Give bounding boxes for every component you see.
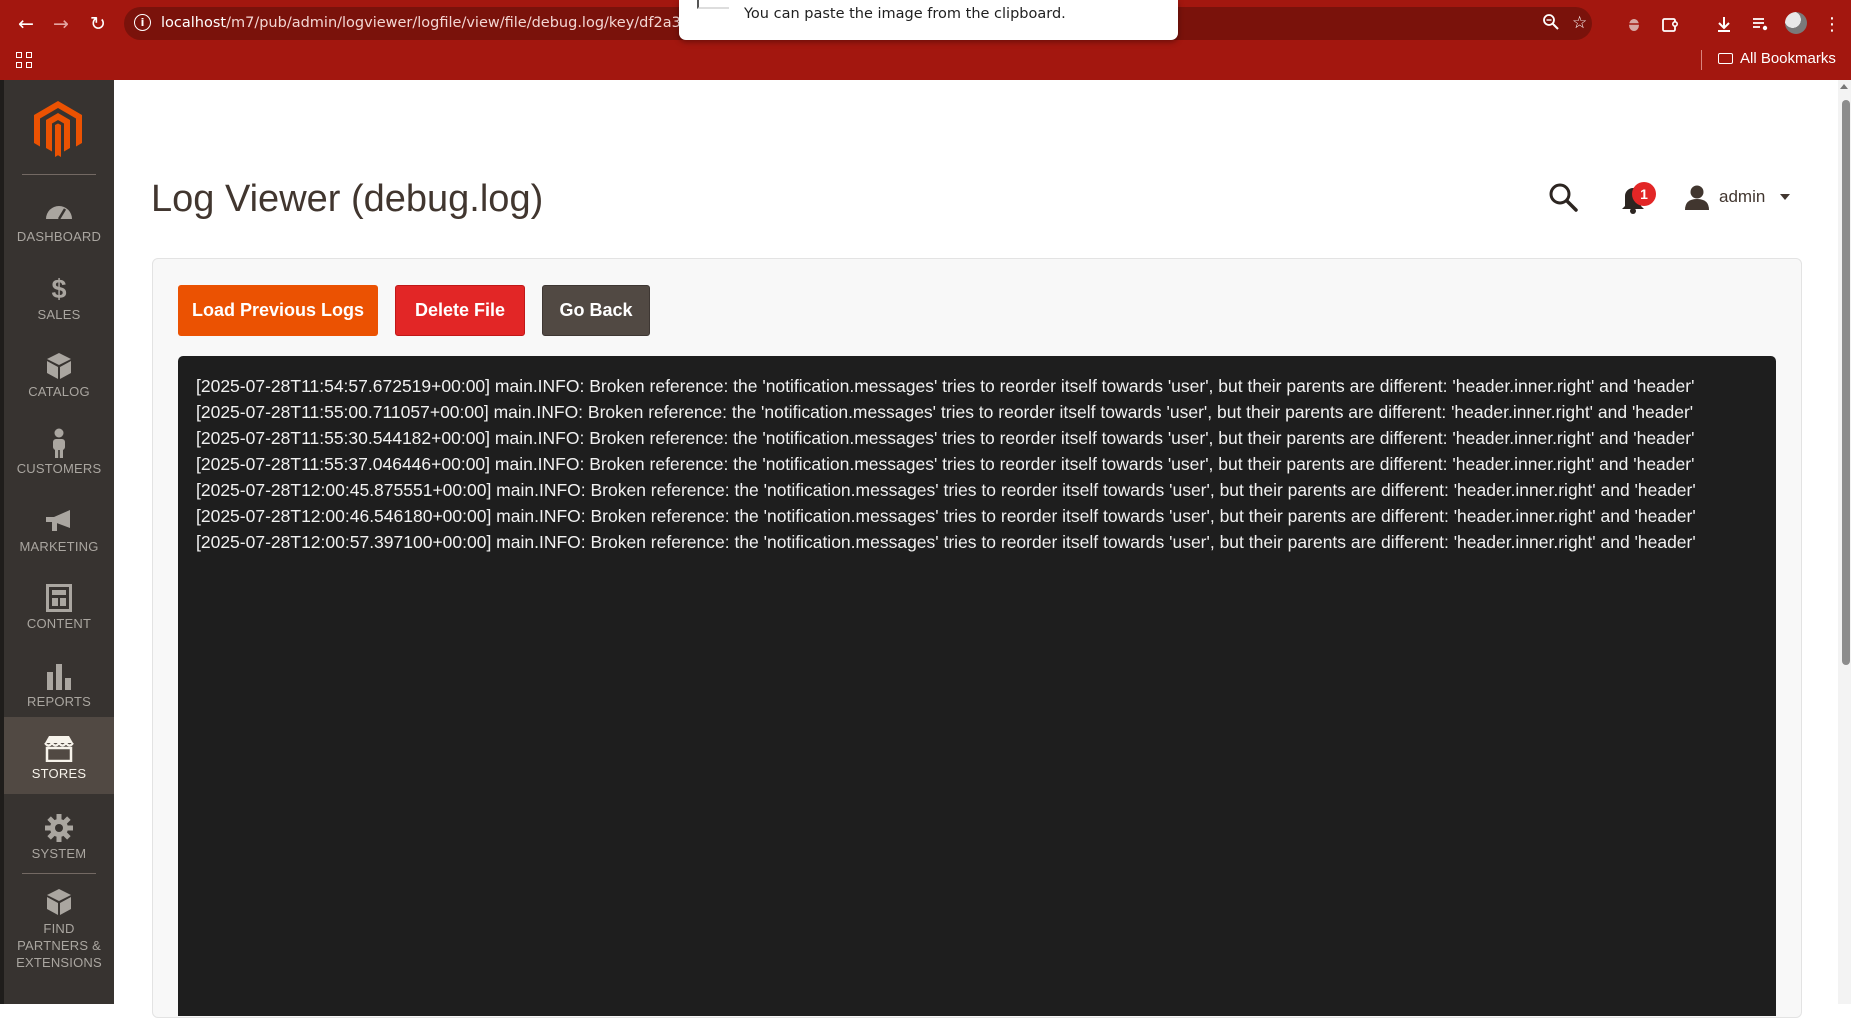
forward-arrow-icon[interactable]: → (47, 10, 75, 38)
apps-grid-icon[interactable] (16, 52, 32, 68)
nav-system[interactable]: SYSTEM (4, 797, 114, 874)
nav-label: REPORTS (26, 694, 91, 709)
url-host: localhost (161, 15, 227, 31)
url-text[interactable]: localhost/m7/pub/admin/logviewer/logfile… (161, 15, 735, 31)
nav-divider (22, 873, 96, 874)
log-line: [2025-07-28T12:00:57.397100+00:00] main.… (196, 532, 1696, 552)
cubes-icon (4, 885, 114, 919)
logo-divider (22, 174, 96, 175)
person-icon (4, 426, 114, 460)
log-line: [2025-07-28T11:55:00.711057+00:00] main.… (196, 402, 1694, 422)
nav-label: CATALOG (28, 384, 90, 399)
nav-marketing[interactable]: MARKETING (4, 490, 114, 567)
magento-logo[interactable] (34, 101, 82, 157)
nav-label: MARKETING (19, 539, 99, 554)
dollar-icon: $ (51, 273, 67, 304)
nav-find-partners[interactable]: FIND PARTNERS & EXTENSIONS (4, 875, 114, 970)
user-name: admin (1719, 187, 1766, 206)
log-lines: [2025-07-28T11:54:57.672519+00:00] main.… (196, 373, 1696, 555)
reload-icon[interactable]: ↻ (84, 10, 112, 38)
page-title: Log Viewer (debug.log) (151, 178, 544, 220)
toast-message: You can paste the image from the clipboa… (744, 6, 1066, 22)
nav-reports[interactable]: REPORTS (4, 645, 114, 722)
download-icon[interactable] (1711, 11, 1737, 37)
nav-label: DASHBOARD (16, 229, 102, 244)
kebab-menu-icon[interactable]: ⋮ (1819, 11, 1845, 37)
nav-label: STORES (31, 766, 87, 781)
bookmarks-divider (1701, 50, 1702, 70)
bar-chart-icon (4, 659, 114, 693)
folder-icon (1718, 53, 1733, 64)
nav-sales[interactable]: $ SALES (4, 258, 114, 335)
nav-customers[interactable]: CUSTOMERS (4, 412, 114, 489)
site-info-icon[interactable]: i (134, 14, 151, 31)
back-arrow-icon[interactable]: ← (12, 10, 40, 38)
nav-stores[interactable]: STORES (4, 717, 114, 794)
nav-label: SALES (37, 307, 81, 322)
bug-extension-icon[interactable] (1621, 11, 1647, 37)
all-bookmarks-button[interactable]: All Bookmarks (1718, 50, 1836, 67)
box-icon (4, 349, 114, 383)
go-back-button[interactable]: Go Back (542, 285, 650, 336)
scroll-up-arrow-icon[interactable] (1840, 84, 1848, 89)
all-bookmarks-label: All Bookmarks (1740, 50, 1836, 67)
megaphone-icon (4, 504, 114, 538)
log-line: [2025-07-28T12:00:45.875551+00:00] main.… (196, 480, 1696, 500)
nav-label: FIND PARTNERS & EXTENSIONS (16, 921, 102, 970)
nav-content[interactable]: CONTENT (4, 567, 114, 644)
zoom-icon[interactable] (1542, 13, 1560, 36)
gear-icon (4, 811, 114, 845)
clipboard-toast: You can paste the image from the clipboa… (679, 0, 1178, 40)
media-control-icon[interactable] (1747, 11, 1773, 37)
profile-avatar[interactable] (1785, 12, 1807, 34)
notification-count-badge[interactable]: 1 (1632, 182, 1656, 206)
user-account-menu[interactable]: admin (1684, 182, 1791, 212)
nav-dashboard[interactable]: DASHBOARD (4, 180, 114, 257)
log-line: [2025-07-28T11:55:30.544182+00:00] main.… (196, 428, 1695, 448)
nav-label: CUSTOMERS (16, 461, 102, 476)
user-icon (1685, 185, 1709, 210)
load-previous-logs-button[interactable]: Load Previous Logs (178, 285, 378, 336)
log-output[interactable]: [2025-07-28T11:54:57.672519+00:00] main.… (178, 356, 1776, 1016)
log-line: [2025-07-28T12:00:46.546180+00:00] main.… (196, 506, 1696, 526)
dashboard-gauge-icon (4, 194, 114, 228)
nav-catalog[interactable]: CATALOG (4, 335, 114, 412)
chevron-down-icon (1780, 194, 1791, 200)
toast-image-mark (697, 0, 729, 9)
scrollbar-thumb[interactable] (1842, 100, 1850, 665)
bookmark-star-icon[interactable]: ☆ (1572, 13, 1587, 33)
search-icon[interactable] (1548, 182, 1578, 212)
nav-label: SYSTEM (31, 846, 87, 861)
url-path: /m7/pub/admin/logviewer/logfile/view/fil… (226, 15, 735, 31)
storefront-icon (4, 731, 114, 765)
delete-file-button[interactable]: Delete File (395, 285, 525, 336)
log-line: [2025-07-28T11:55:37.046446+00:00] main.… (196, 454, 1695, 474)
nav-label: CONTENT (26, 616, 92, 631)
extensions-puzzle-icon[interactable] (1657, 11, 1683, 37)
log-line: [2025-07-28T11:54:57.672519+00:00] main.… (196, 376, 1695, 396)
layout-icon (4, 581, 114, 615)
